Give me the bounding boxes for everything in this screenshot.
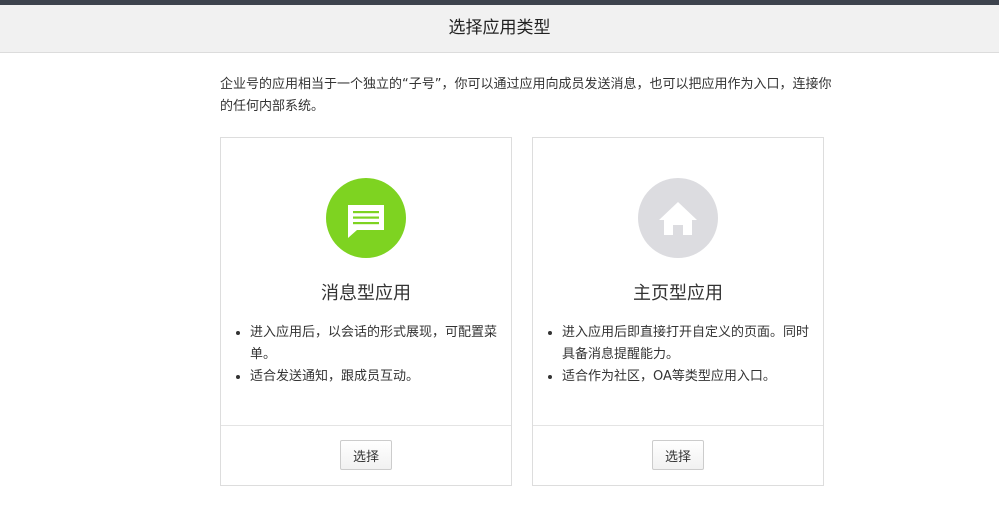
feature-item: 进入应用后，以会话的形式展现，可配置菜单。 <box>250 322 501 366</box>
feature-item: 进入应用后即直接打开自定义的页面。同时具备消息提醒能力。 <box>562 322 813 366</box>
card-title: 消息型应用 <box>321 283 411 304</box>
card-title: 主页型应用 <box>633 283 723 304</box>
page-header: 选择应用类型 <box>0 5 999 53</box>
select-message-app-button[interactable]: 选择 <box>340 440 392 470</box>
home-icon <box>638 178 718 258</box>
feature-item: 适合发送通知，跟成员互动。 <box>250 366 501 388</box>
intro-text: 企业号的应用相当于一个独立的“子号”，你可以通过应用向成员发送消息，也可以把应用… <box>220 77 832 114</box>
feature-list: 进入应用后即直接打开自定义的页面。同时具备消息提醒能力。 适合作为社区，OA等类… <box>545 322 813 388</box>
message-icon <box>326 178 406 258</box>
message-app-card: 消息型应用 进入应用后，以会话的形式展现，可配置菜单。 适合发送通知，跟成员互动… <box>220 137 512 486</box>
feature-item: 适合作为社区，OA等类型应用入口。 <box>562 366 813 388</box>
page-title: 选择应用类型 <box>448 18 551 38</box>
card-footer: 选择 <box>221 425 511 485</box>
feature-list: 进入应用后，以会话的形式展现，可配置菜单。 适合发送通知，跟成员互动。 <box>233 322 501 388</box>
home-app-card: 主页型应用 进入应用后即直接打开自定义的页面。同时具备消息提醒能力。 适合作为社… <box>532 137 824 486</box>
select-home-app-button[interactable]: 选择 <box>652 440 704 470</box>
card-footer: 选择 <box>533 425 823 485</box>
